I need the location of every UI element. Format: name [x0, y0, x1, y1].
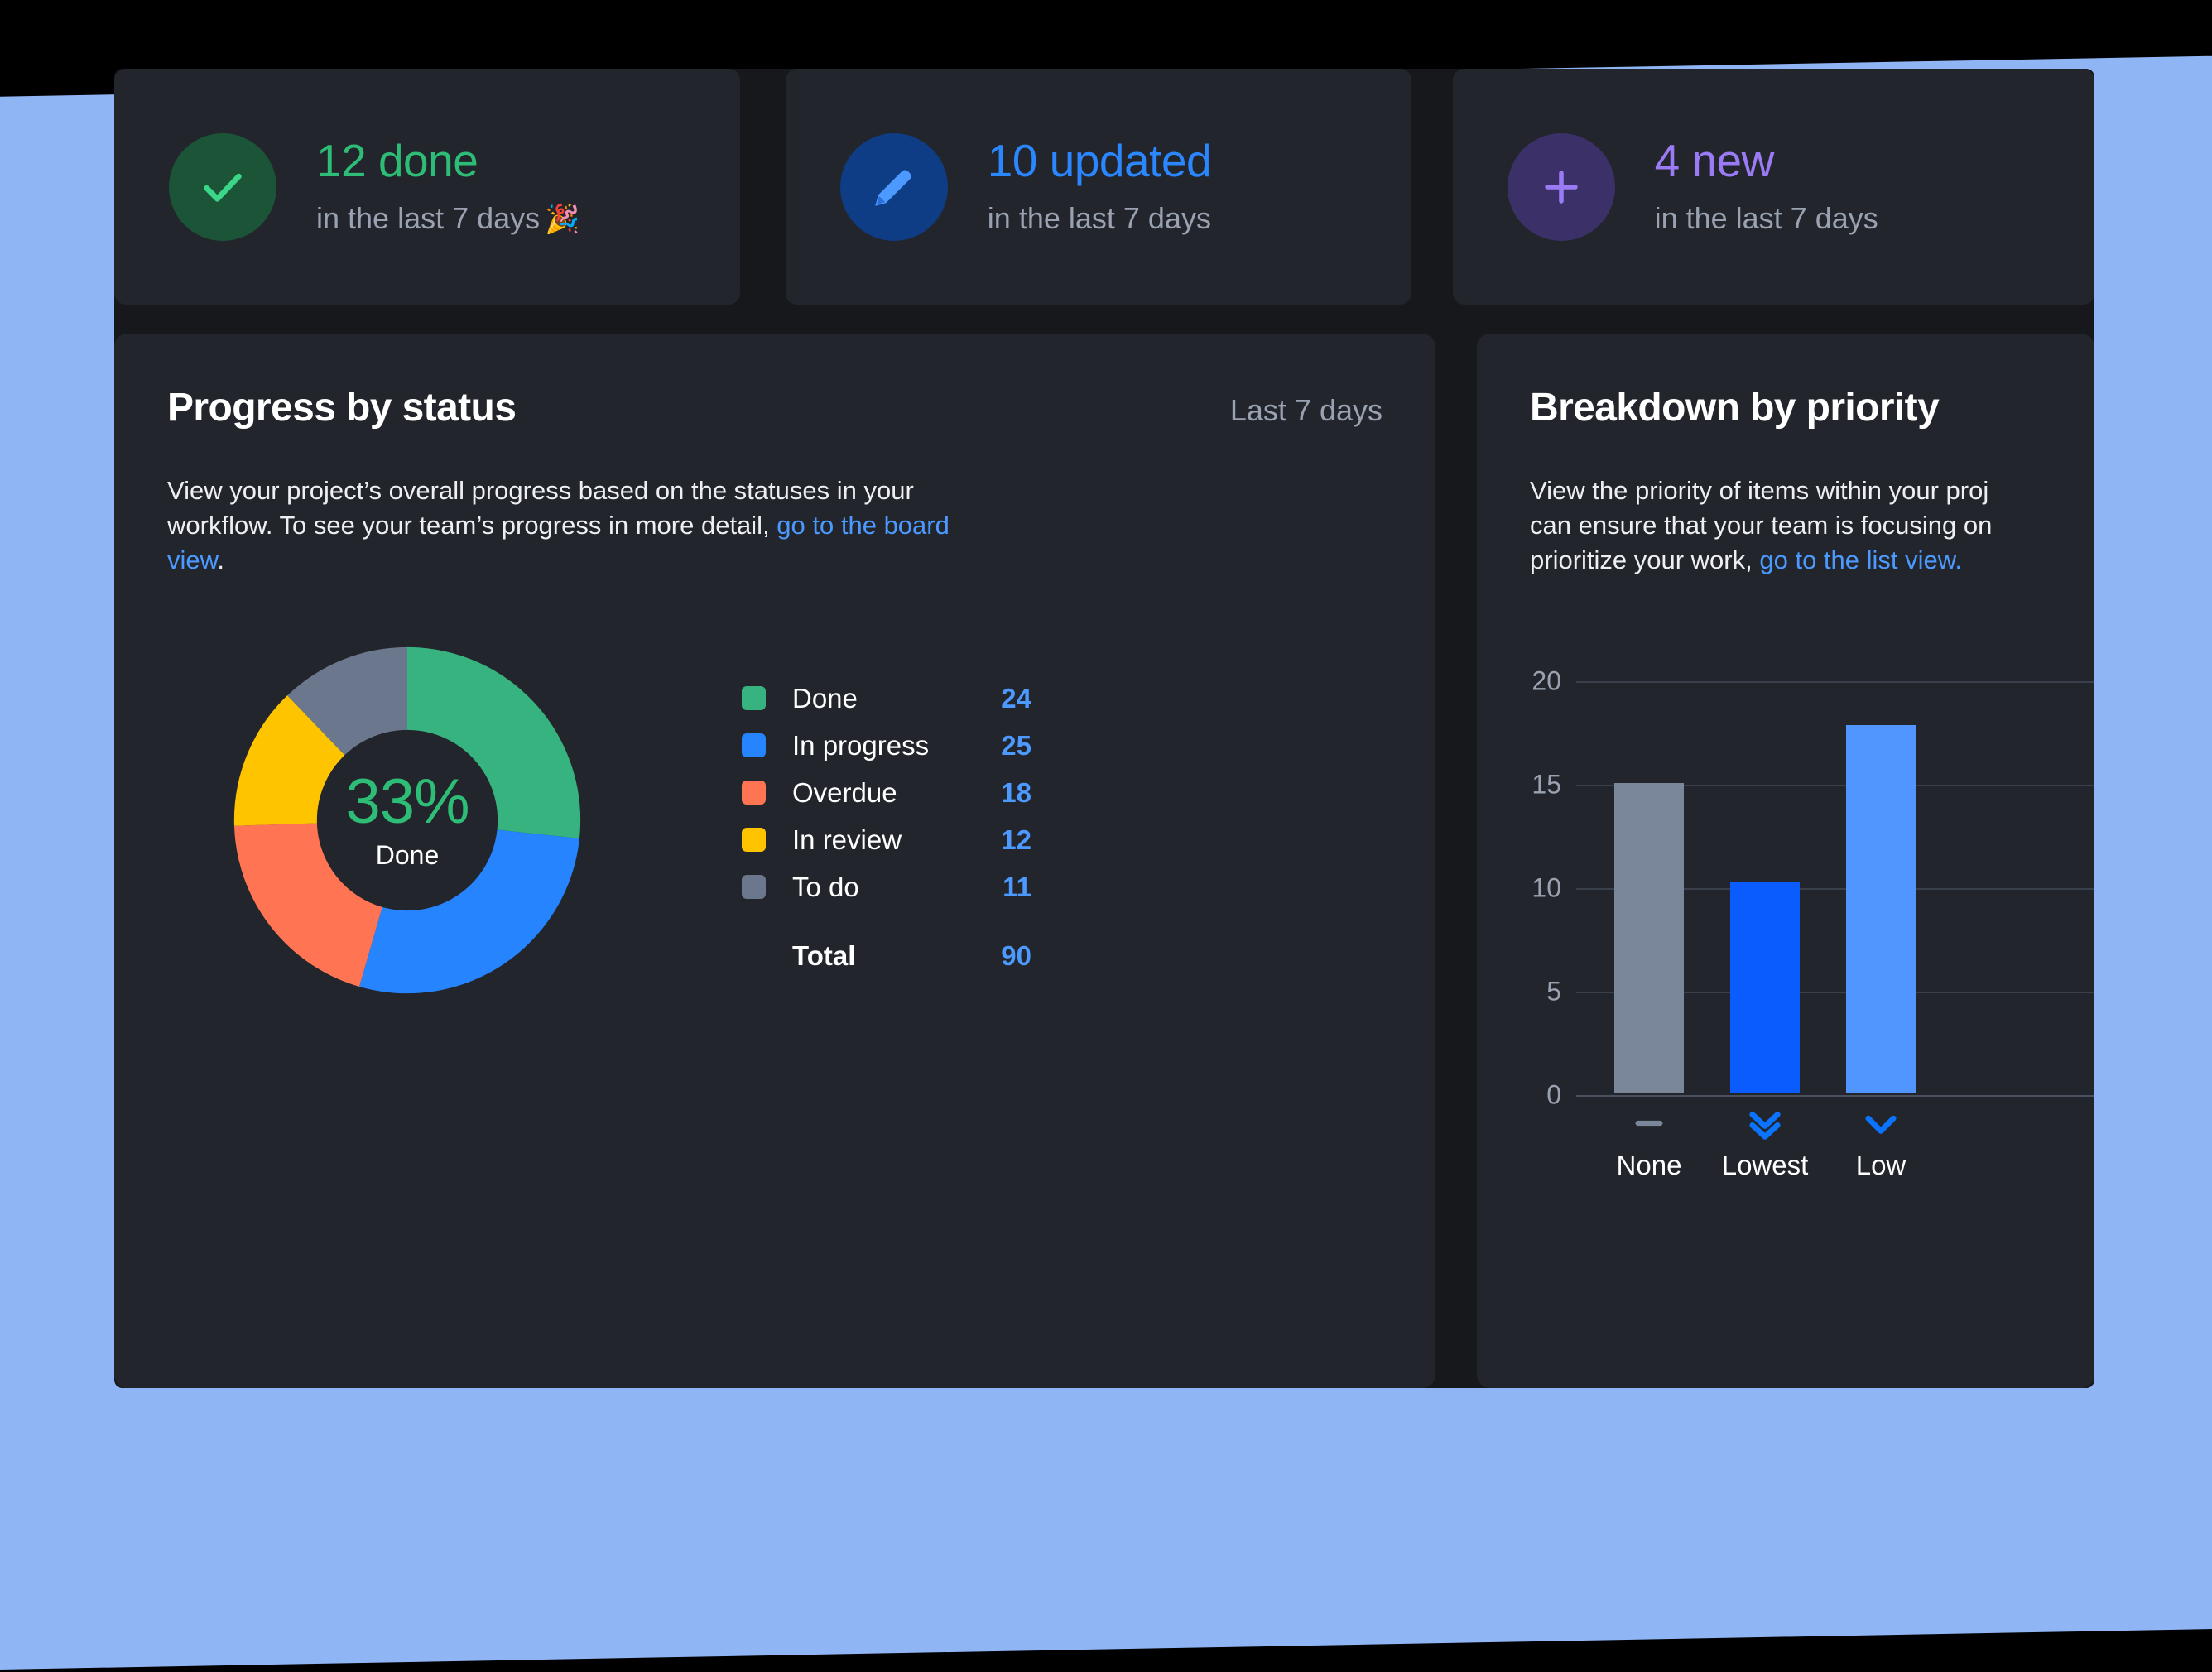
updated-subline: in the last 7 days	[987, 201, 1211, 236]
updated-badge	[839, 132, 948, 241]
priority-bar-chart[interactable]: 20 15 10 5 0 None Lowest Low	[1477, 666, 2094, 1327]
x-label-lowest[interactable]: Lowest	[1707, 1102, 1823, 1181]
pencil-icon	[868, 161, 920, 213]
bar-none[interactable]	[1614, 783, 1684, 1093]
donut-slice-to-do[interactable]	[233, 646, 581, 994]
progress-by-status-panel: Progress by status Last 7 days View your…	[114, 334, 1435, 1388]
priority-description-line1: View the priority of items within your p…	[1530, 476, 1989, 505]
priority-panel-header-area: Breakdown by priority View the priority …	[1477, 334, 2094, 578]
legend-total-row: Total 90	[742, 932, 1031, 979]
legend-label: To do	[792, 871, 859, 902]
new-badge	[1507, 132, 1615, 241]
legend-item-overdue[interactable]: Overdue 18	[742, 769, 1031, 816]
stat-card-done[interactable]: 12 done in the last 7 days 🎉	[114, 69, 740, 305]
y-axis-tick: 20	[1532, 665, 1561, 696]
status-legend: Done 24 In progress 25 Overdue 18 In rev…	[742, 675, 1031, 979]
done-text: 12 done in the last 7 days 🎉	[316, 137, 580, 237]
dashboard-surface: 12 done in the last 7 days 🎉 10 updated i…	[114, 69, 2094, 1388]
bar-chart-plot: 20 15 10 5 0	[1532, 666, 2094, 1110]
bar-slot-low	[1823, 725, 1939, 1093]
legend-label: In progress	[792, 729, 930, 761]
x-axis-tick-label: None	[1616, 1150, 1682, 1180]
x-axis-tick-label: Lowest	[1721, 1150, 1809, 1180]
y-axis-tick: 15	[1532, 769, 1561, 800]
gridline-0: 0	[1546, 1080, 2094, 1110]
legend-value: 24	[1001, 682, 1031, 713]
x-axis-labels: None Lowest Low	[1591, 1102, 1939, 1181]
donut-chart-svg	[233, 646, 581, 994]
progress-description-tail: .	[217, 545, 224, 575]
check-icon	[197, 161, 248, 213]
updated-text: 10 updated in the last 7 days	[987, 134, 1212, 237]
legend-total-value: 90	[1001, 939, 1031, 971]
done-subline-text: in the last 7 days	[316, 201, 541, 236]
swatch-to-do-icon	[742, 875, 766, 899]
y-axis-tick: 10	[1532, 872, 1561, 903]
legend-value: 25	[1001, 729, 1031, 761]
swatch-in-review-icon	[742, 828, 766, 852]
progress-panel-header-area: Progress by status Last 7 days View your…	[114, 334, 1435, 578]
priority-panel-head: Breakdown by priority	[1530, 385, 2094, 430]
dash-icon	[1630, 1102, 1668, 1145]
priority-panel-title: Breakdown by priority	[1530, 386, 1940, 430]
y-axis-tick: 5	[1546, 976, 1561, 1007]
done-headline: 12 done	[316, 134, 478, 186]
done-badge	[169, 132, 276, 241]
stat-card-updated[interactable]: 10 updated in the last 7 days	[785, 69, 1411, 305]
legend-label: Done	[792, 682, 858, 713]
new-text: 4 new in the last 7 days	[1655, 137, 1878, 237]
bar-slot-lowest	[1707, 882, 1823, 1093]
legend-value: 18	[1001, 776, 1031, 808]
panels-row: Progress by status Last 7 days View your…	[114, 334, 2094, 1388]
y-axis-tick: 0	[1546, 1079, 1561, 1110]
bar-slot-none	[1591, 783, 1707, 1093]
legend-item-to-do[interactable]: To do 11	[742, 863, 1031, 910]
stat-cards-row: 12 done in the last 7 days 🎉 10 updated i…	[114, 69, 2094, 315]
chevron-down-icon	[1858, 1102, 1904, 1145]
legend-item-in-progress[interactable]: In progress 25	[742, 722, 1031, 769]
legend-label: In review	[792, 824, 902, 855]
party-popper-icon: 🎉	[545, 204, 580, 236]
x-label-low[interactable]: Low	[1823, 1102, 1939, 1181]
priority-description-line3: prioritize your work,	[1530, 545, 1760, 575]
x-label-none[interactable]: None	[1591, 1102, 1707, 1181]
legend-label: Overdue	[792, 776, 897, 808]
bar-low[interactable]	[1846, 725, 1916, 1093]
page-title: Progress by status	[167, 386, 517, 430]
legend-item-in-review[interactable]: In review 12	[742, 816, 1031, 863]
breakdown-by-priority-panel: Breakdown by priority View the priority …	[1477, 334, 2094, 1388]
legend-total-label: Total	[792, 939, 856, 971]
donut-chart-area: 33% Done Done 24 In progress 25 Overdue …	[114, 632, 1435, 1377]
legend-value: 12	[1001, 824, 1031, 855]
new-headline: 4 new	[1654, 134, 1775, 186]
legend-item-done[interactable]: Done 24	[742, 675, 1031, 722]
priority-description-line2: can ensure that your team is focusing on	[1530, 511, 1993, 541]
done-subline: in the last 7 days 🎉	[316, 201, 580, 236]
updated-headline: 10 updated	[987, 134, 1212, 186]
progress-description: View your project’s overall progress bas…	[167, 473, 1003, 578]
progress-panel-head: Progress by status Last 7 days	[167, 385, 1382, 430]
list-view-link[interactable]: go to the list view.	[1759, 545, 1962, 574]
priority-description: View the priority of items within your p…	[1530, 473, 2094, 578]
x-axis-tick-label: Low	[1855, 1150, 1907, 1180]
donut-chart[interactable]: 33% Done	[233, 646, 581, 994]
bar-group	[1591, 680, 1939, 1093]
bar-lowest[interactable]	[1730, 882, 1800, 1093]
progress-range-label: Last 7 days	[1229, 393, 1382, 427]
swatch-overdue-icon	[742, 781, 766, 805]
legend-value: 11	[1003, 871, 1031, 902]
swatch-done-icon	[742, 686, 766, 710]
stat-card-new[interactable]: 4 new in the last 7 days	[1452, 69, 2094, 305]
double-chevron-down-icon	[1742, 1102, 1788, 1145]
swatch-in-progress-icon	[742, 733, 766, 757]
new-subline: in the last 7 days	[1654, 201, 1878, 236]
plus-icon	[1537, 163, 1585, 211]
